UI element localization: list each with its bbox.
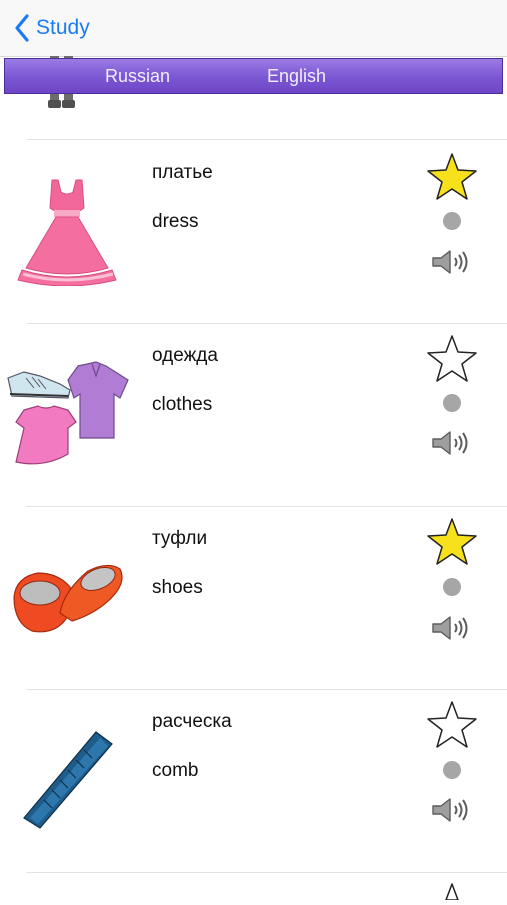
star-icon[interactable] <box>426 517 478 572</box>
english-word: shoes <box>152 577 203 598</box>
english-word: comb <box>152 760 199 781</box>
speaker-icon[interactable] <box>431 615 471 646</box>
back-button[interactable]: Study <box>14 12 90 44</box>
russian-word: расческа <box>152 711 232 732</box>
star-icon[interactable] <box>426 700 478 755</box>
russian-column-label: Russian <box>105 66 171 86</box>
status-dot <box>443 578 461 596</box>
status-dot <box>443 394 461 412</box>
dress-image <box>14 176 120 291</box>
english-word: clothes <box>152 394 213 415</box>
clothes-image <box>4 358 132 475</box>
shoes-image <box>10 557 126 644</box>
back-button-label: Study <box>36 16 90 39</box>
chevron-left-icon <box>14 14 30 42</box>
list-item[interactable]: платье dress <box>0 140 507 323</box>
navigation-bar: Study <box>0 0 507 57</box>
list-item[interactable]: одежда clothes <box>0 324 507 506</box>
russian-word: одежда <box>152 345 218 366</box>
russian-word: платье <box>152 162 213 183</box>
star-icon[interactable] <box>426 334 478 389</box>
star-icon[interactable] <box>426 152 478 207</box>
list-item[interactable]: туфли shoes <box>0 507 507 689</box>
speaker-icon[interactable] <box>431 430 471 461</box>
status-dot <box>443 212 461 230</box>
comb-image <box>18 728 116 837</box>
speaker-icon[interactable] <box>431 797 471 828</box>
russian-word: туфли <box>152 528 208 549</box>
language-header: Russian English <box>4 58 503 94</box>
speaker-icon[interactable] <box>431 249 471 280</box>
star-icon[interactable] <box>426 882 478 905</box>
list-item[interactable]: расческа comb <box>0 690 507 872</box>
english-column-label: English <box>267 66 327 86</box>
english-word: dress <box>152 211 199 232</box>
row-divider <box>26 872 507 873</box>
status-dot <box>443 761 461 779</box>
